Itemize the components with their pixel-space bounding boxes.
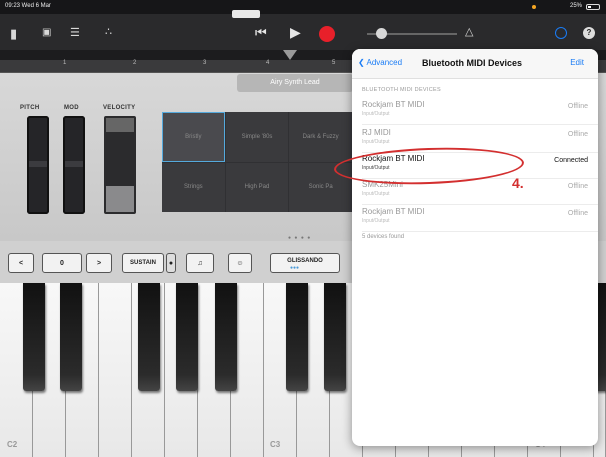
device-type: Input/Output [362, 218, 390, 224]
black-key[interactable] [23, 283, 45, 391]
ruler-mark: 3 [203, 60, 207, 66]
device-status: Offline [567, 131, 588, 138]
note-label: C2 [7, 440, 18, 449]
device-status: Connected [554, 157, 588, 164]
preset-pad[interactable]: Simple '80s [225, 112, 289, 162]
device-row[interactable]: Rockjam BT MIDI Input/Output Offline [362, 100, 588, 124]
my-songs-icon[interactable]: ▮ [10, 27, 17, 40]
device-type: Input/Output [362, 191, 390, 197]
drag-handle[interactable] [232, 10, 260, 18]
help-icon[interactable]: ? [583, 27, 595, 39]
preset-pad-grid: Bristly Simple '80s Dark & Fuzzy Strings… [162, 112, 352, 212]
pitch-label: PITCH [20, 105, 40, 111]
note-label: C3 [270, 440, 281, 449]
rewind-icon[interactable]: ⏮ [255, 25, 267, 41]
back-label: Advanced [366, 58, 403, 67]
popover-header: ❮ Advanced Bluetooth MIDI Devices Edit [352, 49, 598, 79]
playhead[interactable] [283, 50, 297, 60]
black-key[interactable] [176, 283, 198, 391]
divider [362, 231, 598, 232]
black-key[interactable] [138, 283, 160, 391]
mod-label: MOD [64, 105, 79, 111]
device-status: Offline [567, 210, 588, 217]
battery-percentage: 25% [569, 3, 582, 9]
divider [362, 204, 598, 205]
main-toolbar [0, 14, 606, 50]
record-button[interactable] [319, 26, 335, 42]
device-name: Rockjam BT MIDI [362, 207, 425, 216]
section-header: BLUETOOTH MIDI DEVICES [362, 87, 441, 93]
device-status: Offline [567, 103, 588, 110]
preset-pad[interactable]: Bristly [162, 112, 225, 162]
black-key[interactable] [324, 283, 346, 391]
preset-pad[interactable]: Strings [162, 162, 225, 212]
velocity-slider-top [106, 118, 134, 132]
view-toggle-icon[interactable]: ▣ [42, 28, 51, 38]
mod-wheel[interactable] [63, 116, 85, 214]
black-key[interactable] [60, 283, 82, 391]
black-key[interactable] [286, 283, 308, 391]
white-key[interactable] [99, 283, 132, 457]
metronome-icon[interactable]: △ [465, 27, 473, 38]
device-name: Rockjam BT MIDI [362, 100, 425, 109]
preset-pad[interactable]: Dark & Fuzzy [289, 112, 352, 162]
popover-title: Bluetooth MIDI Devices [422, 58, 523, 68]
arpeggiator-icon[interactable]: ♫ [186, 253, 214, 273]
tracks-view-icon[interactable]: ☰ [70, 28, 80, 39]
master-volume-knob[interactable] [376, 28, 387, 39]
black-key[interactable] [215, 283, 237, 391]
sustain-lock-icon[interactable]: ● [166, 253, 176, 273]
status-time: 09:23 Wed 6 Mar [5, 3, 51, 9]
settings-icon[interactable] [555, 27, 567, 39]
ruler-mark: 4 [266, 60, 270, 66]
recording-indicator-icon [532, 5, 536, 9]
glissando-dots-icon: ●●● [290, 265, 300, 271]
device-count: 5 devices found [362, 234, 405, 240]
velocity-slider[interactable] [104, 116, 136, 214]
octave-down-button[interactable]: < [8, 253, 34, 273]
velocity-slider-fill [106, 186, 134, 212]
annotation-step-number: 4. [512, 175, 524, 191]
status-bar: 09:23 Wed 6 Mar 25% [0, 0, 606, 14]
keyboard-settings-icon[interactable]: ☺ [228, 253, 252, 273]
device-status: Offline [567, 183, 588, 190]
device-type: Input/Output [362, 111, 390, 117]
octave-up-button[interactable]: > [86, 253, 112, 273]
velocity-label: VELOCITY [103, 105, 136, 111]
ruler-mark: 1 [63, 60, 67, 66]
ruler-mark: 5 [332, 60, 336, 66]
device-row[interactable]: Rockjam BT MIDI Input/Output Offline [362, 207, 588, 231]
device-type: Input/Output [362, 139, 390, 145]
pitch-wheel[interactable] [27, 116, 49, 214]
mixer-icon[interactable]: ∴ [105, 27, 112, 38]
sustain-button[interactable]: SUSTAIN [122, 253, 164, 273]
preset-name[interactable]: Airy Synth Lead [237, 74, 353, 92]
octave-value: 0 [42, 253, 82, 273]
device-name: RJ MIDI [362, 128, 391, 137]
glissando-button[interactable]: GLISSANDO [270, 253, 340, 273]
divider [362, 124, 598, 125]
play-icon[interactable]: ▶ [290, 24, 301, 41]
bluetooth-midi-popover: ❮ Advanced Bluetooth MIDI Devices Edit B… [352, 49, 598, 446]
preset-pad[interactable]: High Pad [225, 162, 289, 212]
battery-icon [586, 4, 600, 10]
back-button[interactable]: ❮ Advanced [358, 58, 402, 67]
edit-button[interactable]: Edit [570, 58, 584, 67]
ruler-mark: 2 [133, 60, 137, 66]
